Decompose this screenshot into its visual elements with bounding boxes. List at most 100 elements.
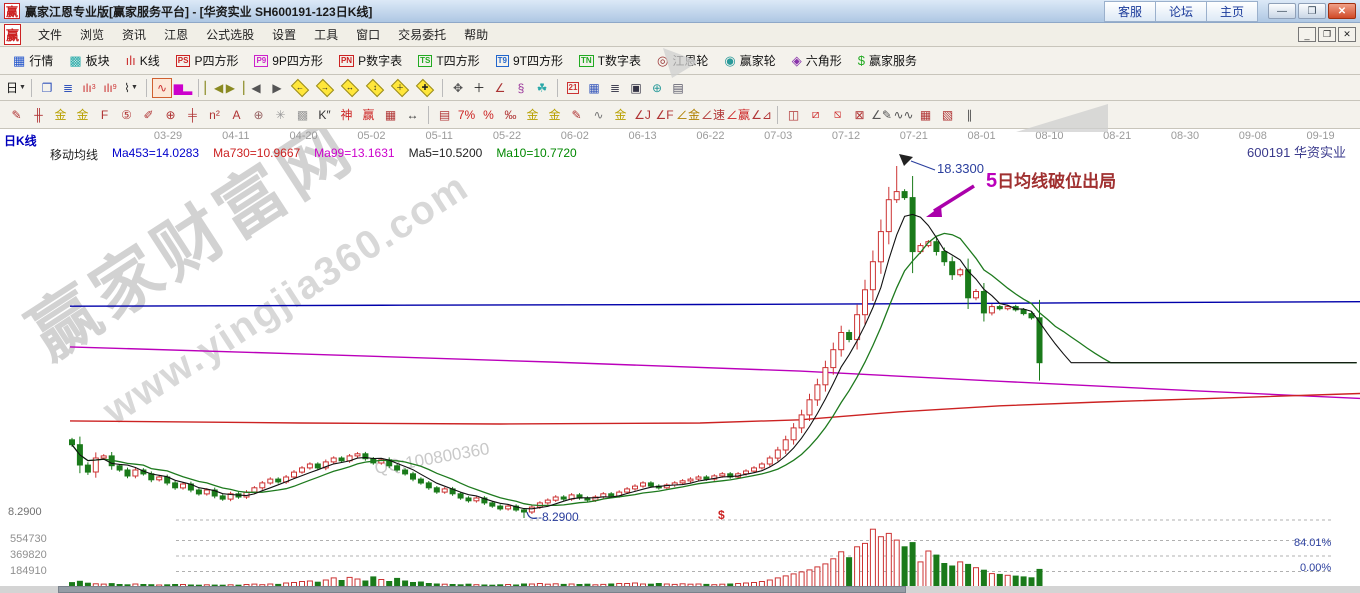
web-icon[interactable]: ▩: [292, 105, 313, 125]
crosshair-tool-icon[interactable]: ＋: [469, 78, 489, 98]
gann-grid-icon[interactable]: ╫: [28, 105, 49, 125]
toolbar-button-winner-wheel[interactable]: ◉赢家轮: [717, 50, 782, 71]
web-box-icon[interactable]: ⊠: [849, 105, 870, 125]
titlebar-button-论坛[interactable]: 论坛: [1155, 1, 1207, 22]
pen-icon[interactable]: ✎: [6, 105, 27, 125]
toolbar-button-kline[interactable]: ılıK线: [119, 50, 167, 71]
gann-arrow-expand-icon[interactable]: ✚: [415, 81, 435, 95]
gold-circ2-icon[interactable]: 金: [522, 105, 543, 125]
brush-icon[interactable]: ✐: [138, 105, 159, 125]
first-bar-icon[interactable]: ▏◀: [204, 78, 224, 98]
gold-angle-icon[interactable]: 金: [610, 105, 631, 125]
pencil-line-icon[interactable]: ∠✎: [871, 105, 892, 125]
cloud-tool-icon[interactable]: ☘: [532, 78, 552, 98]
n-square-icon[interactable]: n²: [204, 105, 225, 125]
toolbar-button-gann-wheel[interactable]: ◎江恩轮: [650, 50, 715, 71]
grid-box-icon[interactable]: ▦: [915, 105, 936, 125]
toolbar-button-9t-square[interactable]: T99T四方形: [489, 50, 570, 71]
h-measure-icon[interactable]: ↔: [402, 105, 423, 125]
angle-tool-icon[interactable]: ∠: [490, 78, 510, 98]
gold-line-icon[interactable]: 金: [72, 105, 93, 125]
gold-under-icon[interactable]: 金: [544, 105, 565, 125]
grid-box2-icon[interactable]: ▧: [937, 105, 958, 125]
spiral-icon[interactable]: ⑤: [116, 105, 137, 125]
prev-bar-icon[interactable]: ◀: [246, 78, 266, 98]
candle-style-icon[interactable]: ⌇▼: [121, 78, 141, 98]
gold-circle-icon[interactable]: 金: [50, 105, 71, 125]
time-circle-icon[interactable]: ⊕: [160, 105, 181, 125]
ruler-grid-icon[interactable]: ▦: [380, 105, 401, 125]
angle-su-icon[interactable]: ∠速: [701, 105, 725, 125]
toolbar-button-winner-service[interactable]: $赢家服务: [851, 50, 924, 71]
angle-gold-icon[interactable]: ∠金: [676, 105, 700, 125]
menu-item-交易委托[interactable]: 交易委托: [389, 23, 455, 46]
candlestick-chart-canvas[interactable]: [0, 129, 1360, 593]
fibo-f-icon[interactable]: F: [94, 105, 115, 125]
toolbar-button-sectors[interactable]: ▩板块: [62, 50, 116, 71]
knot-tool-icon[interactable]: §: [511, 78, 531, 98]
titlebar-button-客服[interactable]: 客服: [1104, 1, 1156, 22]
child-restore-button[interactable]: ❐: [1318, 27, 1336, 42]
toolbar-button-p-table[interactable]: PNP数字表: [332, 50, 409, 71]
angle-f-icon[interactable]: ∠F: [654, 105, 675, 125]
notepad-icon[interactable]: ≣: [605, 78, 625, 98]
bars-3-icon[interactable]: ılı3: [79, 78, 99, 98]
menu-item-浏览[interactable]: 浏览: [71, 23, 113, 46]
menu-item-资讯[interactable]: 资讯: [113, 23, 155, 46]
parallel-icon[interactable]: ∥: [959, 105, 980, 125]
box-lines-icon[interactable]: ◫: [783, 105, 804, 125]
gann-arrow-lr-icon[interactable]: ↔: [340, 81, 360, 95]
menu-item-帮助[interactable]: 帮助: [455, 23, 497, 46]
chart-area[interactable]: 赢家财富网 www.yingjia360.com QQ:100800360 03…: [0, 129, 1360, 593]
gann-arrow-right-icon[interactable]: →: [315, 81, 335, 95]
next-bar-icon[interactable]: ▶: [267, 78, 287, 98]
period-day-icon[interactable]: 日▼: [6, 78, 26, 98]
pct-icon[interactable]: %: [478, 105, 499, 125]
angle-j-icon[interactable]: ∠J: [632, 105, 653, 125]
angle-four-icon[interactable]: ∠⊿: [751, 105, 772, 125]
a-wave-icon[interactable]: ∿: [588, 105, 609, 125]
gann-circle-icon[interactable]: ⊕: [248, 105, 269, 125]
toolbar-button-9p-square[interactable]: P99P四方形: [247, 50, 329, 71]
titlebar-button-主页[interactable]: 主页: [1206, 1, 1258, 22]
menu-item-文件[interactable]: 文件: [29, 23, 71, 46]
quote-page-icon[interactable]: ≣: [58, 78, 78, 98]
e-chart-icon[interactable]: ▤: [434, 105, 455, 125]
child-minimize-button[interactable]: _: [1298, 27, 1316, 42]
star-icon[interactable]: ✳: [270, 105, 291, 125]
text-tool-icon[interactable]: A: [226, 105, 247, 125]
print-icon[interactable]: ▤: [668, 78, 688, 98]
close-button[interactable]: ✕: [1328, 3, 1356, 19]
toolbar-button-quotes[interactable]: ▦行情: [6, 50, 60, 71]
menu-item-江恩[interactable]: 江恩: [155, 23, 197, 46]
k-mark-icon[interactable]: K″: [314, 105, 335, 125]
menu-item-窗口[interactable]: 窗口: [347, 23, 389, 46]
ying-icon[interactable]: 赢: [358, 105, 379, 125]
angle-ying-icon[interactable]: ∠赢: [726, 105, 750, 125]
child-close-button[interactable]: ✕: [1338, 27, 1356, 42]
restore-button[interactable]: ❐: [1298, 3, 1326, 19]
bars-9-icon[interactable]: ılı9: [100, 78, 120, 98]
zigzag-icon[interactable]: ∿∿: [893, 105, 914, 125]
network-icon[interactable]: ⊕: [647, 78, 667, 98]
toolbar-button-t-square[interactable]: TST四方形: [411, 50, 487, 71]
calendar-icon[interactable]: 21: [563, 78, 583, 98]
hand-tool-icon[interactable]: ✥: [448, 78, 468, 98]
last-bar-icon[interactable]: ▶▕: [225, 78, 245, 98]
minimize-button[interactable]: —: [1268, 3, 1296, 19]
pct7-icon[interactable]: 7%: [456, 105, 477, 125]
menu-item-公式选股[interactable]: 公式选股: [197, 23, 263, 46]
pen2-icon[interactable]: ✎: [566, 105, 587, 125]
window-icon[interactable]: ❐: [37, 78, 57, 98]
menu-item-工具[interactable]: 工具: [305, 23, 347, 46]
toolbar-button-p-square[interactable]: PSP四方形: [169, 50, 246, 71]
gann-arrow-ud-icon[interactable]: ↕: [365, 81, 385, 95]
gann-arrow-all-icon[interactable]: ＋: [390, 81, 410, 95]
fan2-icon[interactable]: ⧅: [827, 105, 848, 125]
scrollbar-thumb[interactable]: [58, 586, 906, 593]
grid2-icon[interactable]: ╪: [182, 105, 203, 125]
menu-item-设置[interactable]: 设置: [263, 23, 305, 46]
wave-chart-icon[interactable]: ∿: [152, 78, 172, 98]
fan1-icon[interactable]: ⧄: [805, 105, 826, 125]
toolbar-button-hexagon[interactable]: ◈六角形: [785, 50, 849, 71]
